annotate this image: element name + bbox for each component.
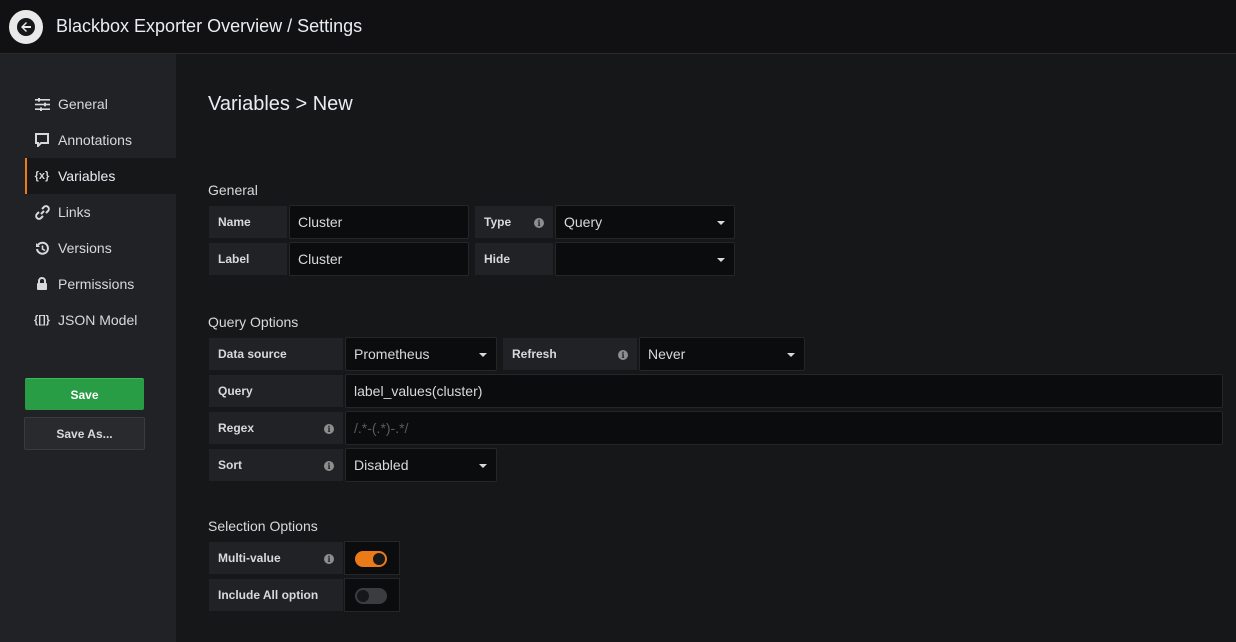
sidebar-item-label: Variables (58, 168, 116, 184)
regex-input[interactable]: /.*-(.*)-.*/ (345, 411, 1223, 445)
sidebar-item-label: Annotations (58, 132, 132, 148)
info-icon[interactable]: i (324, 461, 334, 471)
general-section-title: General (208, 182, 258, 198)
hide-label: Hide (474, 242, 554, 276)
sidebar-item-links[interactable]: Links (25, 194, 176, 230)
comment-icon (34, 132, 50, 148)
label-input[interactable]: Cluster (289, 242, 469, 276)
refresh-label-text: Refresh (512, 347, 557, 361)
selection-options-section-title: Selection Options (208, 518, 318, 534)
caret-down-icon (479, 353, 487, 357)
multi-value-toggle-cell (344, 541, 400, 575)
datasource-label: Data source (208, 337, 344, 371)
include-all-toggle-cell (344, 578, 400, 612)
hide-label-text: Hide (484, 252, 511, 266)
link-icon (34, 204, 50, 220)
caret-down-icon (479, 464, 487, 468)
sort-select[interactable]: Disabled (345, 448, 497, 482)
sidebar-item-label: Versions (58, 240, 112, 256)
top-bar: Blackbox Exporter Overview / Settings (0, 0, 1236, 54)
sidebar-item-label: General (58, 96, 108, 112)
type-select-value: Query (564, 214, 603, 230)
query-label-text: Query (218, 384, 253, 398)
label-label-text: Label (218, 252, 250, 266)
datasource-label-text: Data source (218, 347, 287, 361)
name-input[interactable]: Cluster (289, 205, 469, 239)
datasource-select-value: Prometheus (354, 346, 430, 362)
hide-select[interactable] (555, 242, 735, 276)
back-button[interactable] (9, 10, 43, 44)
toggle-knob (373, 553, 385, 565)
caret-down-icon (787, 353, 795, 357)
type-label-text: Type (484, 215, 512, 229)
label-label: Label (208, 242, 288, 276)
sliders-icon (34, 96, 50, 112)
save-button[interactable]: Save (25, 378, 144, 410)
lock-icon (34, 276, 50, 292)
caret-down-icon (717, 258, 725, 262)
arrow-left-icon (17, 18, 35, 36)
refresh-label: Refresh i (502, 337, 638, 371)
multi-value-label: Multi-value i (208, 541, 344, 575)
sidebar-item-annotations[interactable]: Annotations (25, 122, 176, 158)
name-label-text: Name (218, 215, 251, 229)
info-icon[interactable]: i (324, 424, 334, 434)
name-label: Name (208, 205, 288, 239)
settings-sidebar: General Annotations {x} Variables Links … (0, 54, 176, 642)
query-input[interactable]: label_values(cluster) (345, 374, 1223, 408)
type-select[interactable]: Query (555, 205, 735, 239)
datasource-select[interactable]: Prometheus (345, 337, 497, 371)
multi-value-label-text: Multi-value (218, 551, 281, 565)
page-heading: Variables > New (208, 93, 353, 115)
sidebar-item-json-model[interactable]: {[]} JSON Model (25, 302, 176, 338)
sort-select-value: Disabled (354, 457, 409, 473)
query-options-section-title: Query Options (208, 314, 299, 330)
include-all-label: Include All option (208, 578, 344, 612)
name-input-value: Cluster (298, 214, 343, 230)
sidebar-item-label: JSON Model (58, 312, 138, 328)
include-all-toggle[interactable] (355, 588, 387, 604)
history-icon (34, 240, 50, 256)
regex-input-placeholder: /.*-(.*)-.*/ (354, 420, 409, 436)
sort-label-text: Sort (218, 458, 242, 472)
refresh-select-value: Never (648, 346, 686, 362)
regex-label-text: Regex (218, 421, 255, 435)
sidebar-item-label: Links (58, 204, 91, 220)
info-icon[interactable]: i (618, 350, 628, 360)
query-input-value: label_values(cluster) (354, 383, 483, 399)
sidebar-item-general[interactable]: General (25, 86, 176, 122)
page-title: Blackbox Exporter Overview / Settings (56, 16, 363, 36)
json-icon: {[]} (34, 314, 50, 326)
info-icon[interactable]: i (324, 554, 334, 564)
label-input-value: Cluster (298, 251, 343, 267)
sort-label: Sort i (208, 448, 344, 482)
type-label: Type i (474, 205, 554, 239)
multi-value-toggle[interactable] (355, 551, 387, 567)
info-icon[interactable]: i (534, 218, 544, 228)
sidebar-item-label: Permissions (58, 276, 135, 292)
query-label: Query (208, 374, 344, 408)
caret-down-icon (717, 221, 725, 225)
toggle-knob (357, 590, 369, 602)
sidebar-item-versions[interactable]: Versions (25, 230, 176, 266)
refresh-select[interactable]: Never (639, 337, 805, 371)
save-as-button[interactable]: Save As... (24, 417, 145, 450)
sidebar-item-permissions[interactable]: Permissions (25, 266, 176, 302)
sidebar-item-variables[interactable]: {x} Variables (25, 158, 176, 194)
variable-icon: {x} (34, 170, 50, 182)
include-all-label-text: Include All option (218, 588, 319, 602)
regex-label: Regex i (208, 411, 344, 445)
